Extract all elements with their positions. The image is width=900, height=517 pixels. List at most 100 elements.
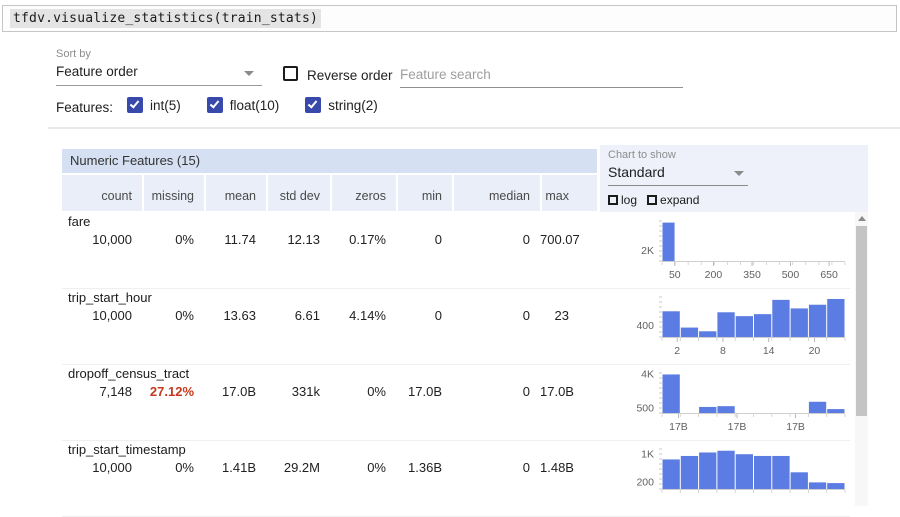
- log-checkbox[interactable]: [608, 195, 618, 205]
- stat-count: 10,000: [62, 308, 142, 323]
- feature-filter-checkbox[interactable]: [207, 97, 223, 113]
- histogram-trip_start_hour: 400 2 8 14 20: [605, 289, 850, 365]
- stat-max: 17.0B: [540, 384, 597, 399]
- feature-row-dropoff_census_tract: dropoff_census_tract7,14827.12%17.0B331k…: [62, 365, 850, 441]
- chart-type-value: Standard: [608, 164, 665, 180]
- svg-text:20: 20: [809, 345, 821, 357]
- svg-text:2K: 2K: [641, 245, 654, 257]
- feature-rows: fare10,0000%11.7412.130.17%00700.072K502…: [62, 213, 850, 517]
- stat-zeros: 0%: [330, 384, 396, 399]
- column-header: min: [396, 175, 452, 211]
- stat-zeros: 4.14%: [330, 308, 396, 323]
- stat-mean: 17.0B: [204, 384, 266, 399]
- stat-std-dev: 6.61: [266, 308, 330, 323]
- svg-text:500: 500: [636, 403, 654, 415]
- feature-stats: 10,0000%11.7412.130.17%00700.07: [62, 232, 597, 247]
- reverse-order-label: Reverse order: [307, 68, 393, 83]
- chart-type-select[interactable]: Standard: [608, 162, 748, 186]
- chevron-down-icon: [244, 71, 254, 76]
- stat-count: 10,000: [62, 460, 142, 475]
- feature-name: fare: [68, 214, 90, 229]
- column-header: mean: [204, 175, 266, 211]
- stat-min: 1.36B: [396, 460, 452, 475]
- feature-filter: float(10): [207, 97, 280, 113]
- scrollbar[interactable]: [855, 212, 868, 506]
- check-icon: [209, 98, 219, 108]
- features-label: Features:: [56, 100, 113, 115]
- sort-by-label: Sort by: [56, 48, 91, 60]
- feature-row-fare: fare10,0000%11.7412.130.17%00700.072K502…: [62, 213, 850, 289]
- stat-median: 0: [452, 460, 540, 475]
- check-icon: [130, 98, 140, 108]
- svg-text:17B: 17B: [786, 421, 805, 433]
- stat-missing: 0%: [142, 308, 204, 323]
- sort-by-value: Feature order: [56, 64, 138, 79]
- expand-label: expand: [660, 193, 699, 207]
- log-label: log: [621, 193, 637, 207]
- feature-filters: int(5)float(10)string(2): [127, 97, 404, 113]
- stat-zeros: 0%: [330, 460, 396, 475]
- stat-max: 700.07: [540, 232, 597, 247]
- svg-text:400: 400: [636, 320, 654, 332]
- stat-missing: 0%: [142, 232, 204, 247]
- chart-options-panel: Chart to show Standard log expand: [600, 145, 868, 212]
- svg-text:500: 500: [782, 269, 800, 281]
- stat-mean: 11.74: [204, 232, 266, 247]
- sort-by-select[interactable]: Feature order: [56, 61, 262, 86]
- feature-filter-checkbox[interactable]: [127, 97, 143, 113]
- stat-min: 0: [396, 232, 452, 247]
- column-header: missing: [142, 175, 204, 211]
- divider: [48, 127, 900, 129]
- svg-text:650: 650: [820, 269, 838, 281]
- feature-filter-label: float(10): [230, 98, 280, 113]
- feature-stats: 10,0000%13.636.614.14%0023: [62, 308, 597, 323]
- svg-text:17B: 17B: [728, 421, 747, 433]
- stat-zeros: 0.17%: [330, 232, 396, 247]
- column-header: zeros: [330, 175, 396, 211]
- column-header: count: [62, 175, 142, 211]
- stat-count: 7,148: [62, 384, 142, 399]
- stat-missing: 27.12%: [142, 384, 204, 399]
- svg-text:200: 200: [705, 269, 723, 281]
- scroll-up-icon[interactable]: [855, 212, 868, 225]
- stat-min: 17.0B: [396, 384, 452, 399]
- chart-to-show-label: Chart to show: [608, 149, 676, 161]
- feature-row-trip_start_hour: trip_start_hour10,0000%13.636.614.14%002…: [62, 289, 850, 365]
- stat-median: 0: [452, 384, 540, 399]
- stat-mean: 1.41B: [204, 460, 266, 475]
- histogram-dropoff_census_tract: 4K 500 17B 17B 17B: [605, 365, 850, 441]
- code-cell[interactable]: tfdv.visualize_statistics(train_stats): [2, 5, 897, 32]
- column-header: std dev: [266, 175, 330, 211]
- code-text: tfdv.visualize_statistics(train_stats): [10, 9, 321, 28]
- stat-min: 0: [396, 308, 452, 323]
- svg-text:1K: 1K: [641, 449, 654, 461]
- feature-stats: 10,0000%1.41B29.2M0%1.36B01.48B: [62, 460, 597, 475]
- feature-search-input[interactable]: [400, 62, 683, 88]
- column-header: median: [452, 175, 540, 211]
- feature-filter-label: string(2): [328, 98, 378, 113]
- stat-std-dev: 331k: [266, 384, 330, 399]
- svg-text:350: 350: [743, 269, 761, 281]
- column-header: max: [540, 175, 597, 211]
- reverse-order-checkbox[interactable]: [283, 66, 298, 81]
- expand-checkbox[interactable]: [647, 195, 657, 205]
- column-headers: countmissingmeanstd devzerosminmedianmax: [62, 175, 597, 211]
- feature-filter-checkbox[interactable]: [305, 97, 321, 113]
- stat-count: 10,000: [62, 232, 142, 247]
- scroll-thumb[interactable]: [856, 226, 867, 416]
- svg-text:8: 8: [720, 345, 726, 357]
- svg-text:14: 14: [763, 345, 775, 357]
- svg-text:17B: 17B: [669, 421, 688, 433]
- svg-text:50: 50: [669, 269, 681, 281]
- stat-max: 1.48B: [540, 460, 597, 475]
- stat-max: 23: [540, 308, 597, 323]
- svg-text:4K: 4K: [641, 368, 654, 380]
- stat-std-dev: 29.2M: [266, 460, 330, 475]
- table-title: Numeric Features (15): [62, 149, 597, 173]
- chevron-down-icon: [734, 171, 744, 176]
- feature-name: trip_start_hour: [68, 290, 152, 305]
- svg-text:200: 200: [636, 477, 654, 489]
- feature-name: trip_start_timestamp: [68, 442, 186, 457]
- svg-text:2: 2: [674, 345, 680, 357]
- check-icon: [308, 98, 318, 108]
